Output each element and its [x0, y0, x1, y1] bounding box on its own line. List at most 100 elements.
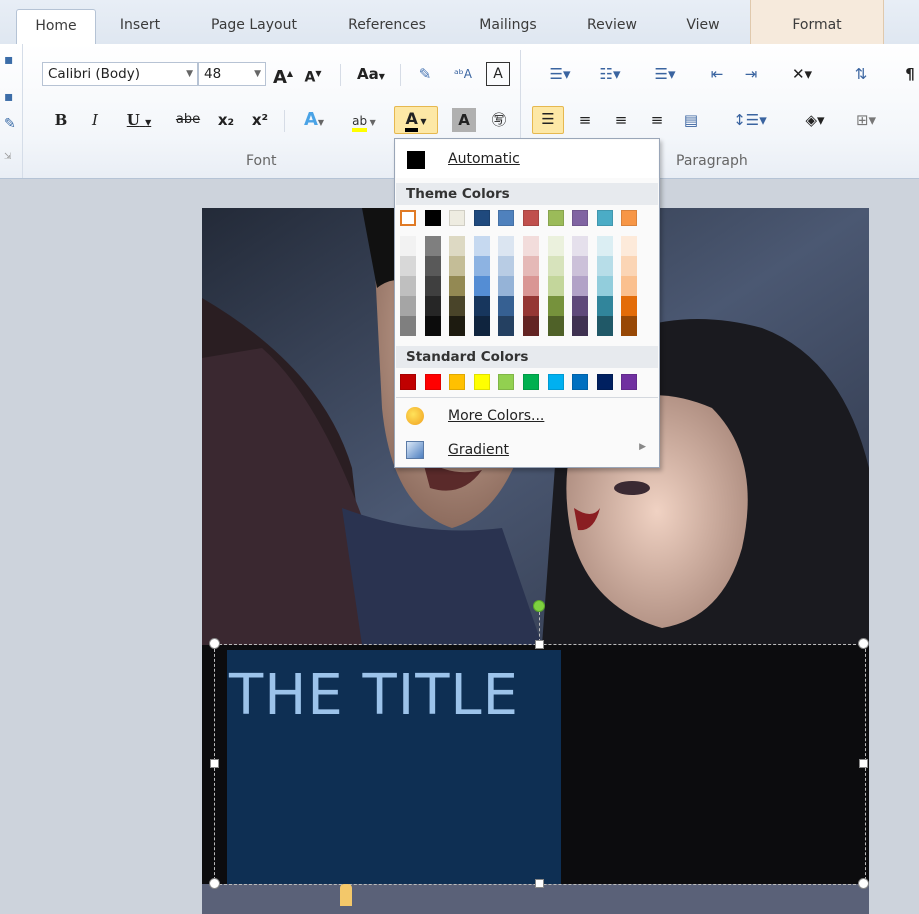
theme-tint-swatch[interactable]: [523, 236, 539, 256]
theme-tint-swatch[interactable]: [596, 256, 613, 276]
distributed-icon[interactable]: ▤: [676, 108, 706, 132]
text-effects-icon[interactable]: A▼: [294, 108, 334, 132]
borders-icon[interactable]: ⊞▾: [846, 108, 886, 132]
theme-tint-swatch[interactable]: [400, 276, 416, 296]
theme-tint-swatch[interactable]: [596, 316, 613, 336]
clipboard-launcher-icon[interactable]: ⇲: [4, 152, 12, 162]
multilevel-list-icon[interactable]: ☰▾: [640, 62, 690, 86]
align-center-icon[interactable]: ≡: [570, 108, 600, 132]
asian-layout-icon[interactable]: ✕▾: [782, 62, 822, 86]
align-right-icon[interactable]: ≡: [606, 108, 636, 132]
theme-tint-swatch[interactable]: [400, 256, 416, 276]
bullets-icon[interactable]: ☰▾: [538, 62, 582, 86]
standard-color-swatch[interactable]: [424, 374, 441, 390]
chevron-down-icon[interactable]: ▼: [186, 63, 193, 86]
tab-insert[interactable]: Insert: [105, 9, 175, 44]
theme-tint-swatch[interactable]: [523, 276, 539, 296]
theme-color-swatch[interactable]: [547, 210, 564, 226]
superscript-button[interactable]: x²: [246, 108, 274, 132]
bold-button[interactable]: B: [50, 108, 72, 132]
gradient-item[interactable]: Gradient ▶: [396, 435, 658, 465]
theme-tint-swatch[interactable]: [523, 316, 539, 336]
theme-tint-swatch[interactable]: [596, 296, 613, 316]
theme-tint-swatch[interactable]: [572, 236, 589, 256]
theme-tint-swatch[interactable]: [498, 276, 515, 296]
theme-tint-swatch[interactable]: [449, 236, 466, 256]
tab-review[interactable]: Review: [572, 9, 652, 44]
theme-tint-swatch[interactable]: [547, 256, 564, 276]
enclose-characters-icon[interactable]: ㊢: [486, 108, 512, 132]
show-paragraph-marks-button[interactable]: ¶: [900, 62, 919, 86]
theme-tint-swatch[interactable]: [596, 236, 613, 256]
theme-tint-swatch[interactable]: [621, 316, 638, 336]
tab-home[interactable]: Home: [16, 9, 96, 46]
theme-tint-swatch[interactable]: [498, 316, 515, 336]
theme-tint-swatch[interactable]: [547, 316, 564, 336]
theme-tint-swatch[interactable]: [424, 276, 441, 296]
theme-tint-swatch[interactable]: [498, 256, 515, 276]
align-left-button[interactable]: ☰: [532, 106, 564, 134]
standard-color-swatch[interactable]: [449, 374, 466, 390]
line-spacing-icon[interactable]: ↕☰▾: [728, 108, 772, 132]
font-color-button[interactable]: A ▼: [394, 106, 438, 134]
theme-tint-swatch[interactable]: [473, 236, 490, 256]
standard-color-swatch[interactable]: [547, 374, 564, 390]
change-case-button[interactable]: Aa▼: [350, 62, 392, 86]
theme-color-swatch[interactable]: [498, 210, 515, 226]
format-painter-icon[interactable]: ✎: [4, 116, 16, 132]
theme-tint-swatch[interactable]: [473, 276, 490, 296]
standard-color-swatch[interactable]: [523, 374, 539, 390]
theme-tint-swatch[interactable]: [400, 296, 416, 316]
resize-handle-top-right[interactable]: [858, 638, 869, 649]
character-border-icon[interactable]: A: [486, 62, 510, 86]
theme-color-swatch[interactable]: [400, 210, 416, 226]
standard-color-swatch[interactable]: [621, 374, 638, 390]
theme-tint-swatch[interactable]: [621, 236, 638, 256]
standard-color-swatch[interactable]: [498, 374, 515, 390]
phonetic-guide-icon[interactable]: ᵃᵇA: [450, 62, 476, 86]
theme-tint-swatch[interactable]: [498, 296, 515, 316]
paste-icon[interactable]: ▪: [4, 52, 14, 68]
rotate-handle[interactable]: [533, 600, 545, 612]
theme-tint-swatch[interactable]: [424, 256, 441, 276]
theme-tint-swatch[interactable]: [547, 276, 564, 296]
shrink-font-button[interactable]: A▼: [300, 62, 326, 86]
grow-font-button[interactable]: A▲: [270, 62, 296, 88]
theme-tint-swatch[interactable]: [596, 276, 613, 296]
theme-tint-swatch[interactable]: [498, 236, 515, 256]
theme-tint-swatch[interactable]: [449, 316, 466, 336]
increase-indent-icon[interactable]: ⇥: [736, 62, 766, 86]
resize-handle-bottom-left[interactable]: [209, 878, 220, 889]
theme-tint-swatch[interactable]: [572, 316, 589, 336]
theme-tint-swatch[interactable]: [400, 236, 416, 256]
clear-formatting-icon[interactable]: ✎: [412, 62, 438, 86]
highlight-button[interactable]: ab ▼: [340, 108, 388, 132]
theme-tint-swatch[interactable]: [449, 296, 466, 316]
standard-color-swatch[interactable]: [473, 374, 490, 390]
justify-icon[interactable]: ≡: [642, 108, 672, 132]
theme-color-swatch[interactable]: [424, 210, 441, 226]
theme-color-swatch[interactable]: [596, 210, 613, 226]
theme-tint-swatch[interactable]: [572, 296, 589, 316]
theme-tint-swatch[interactable]: [473, 256, 490, 276]
theme-tint-swatch[interactable]: [473, 296, 490, 316]
theme-tint-swatch[interactable]: [523, 256, 539, 276]
font-size-combo[interactable]: 48 ▼: [198, 62, 266, 86]
tab-references[interactable]: References: [332, 9, 442, 44]
theme-tint-swatch[interactable]: [424, 236, 441, 256]
theme-tint-swatch[interactable]: [572, 276, 589, 296]
chevron-down-icon[interactable]: ▼: [254, 63, 261, 86]
resize-handle-bottom-right[interactable]: [858, 878, 869, 889]
resize-handle-left[interactable]: [210, 759, 219, 768]
theme-tint-swatch[interactable]: [621, 296, 638, 316]
copy-icon[interactable]: ▪: [4, 89, 14, 105]
theme-color-swatch[interactable]: [621, 210, 638, 226]
theme-tint-swatch[interactable]: [523, 296, 539, 316]
italic-button[interactable]: I: [84, 108, 106, 132]
theme-tint-swatch[interactable]: [449, 256, 466, 276]
tab-format[interactable]: Format: [750, 0, 884, 44]
tab-mailings[interactable]: Mailings: [462, 9, 554, 44]
font-name-combo[interactable]: Calibri (Body) ▼: [42, 62, 198, 86]
subscript-button[interactable]: x₂: [212, 108, 240, 132]
theme-color-swatch[interactable]: [523, 210, 539, 226]
